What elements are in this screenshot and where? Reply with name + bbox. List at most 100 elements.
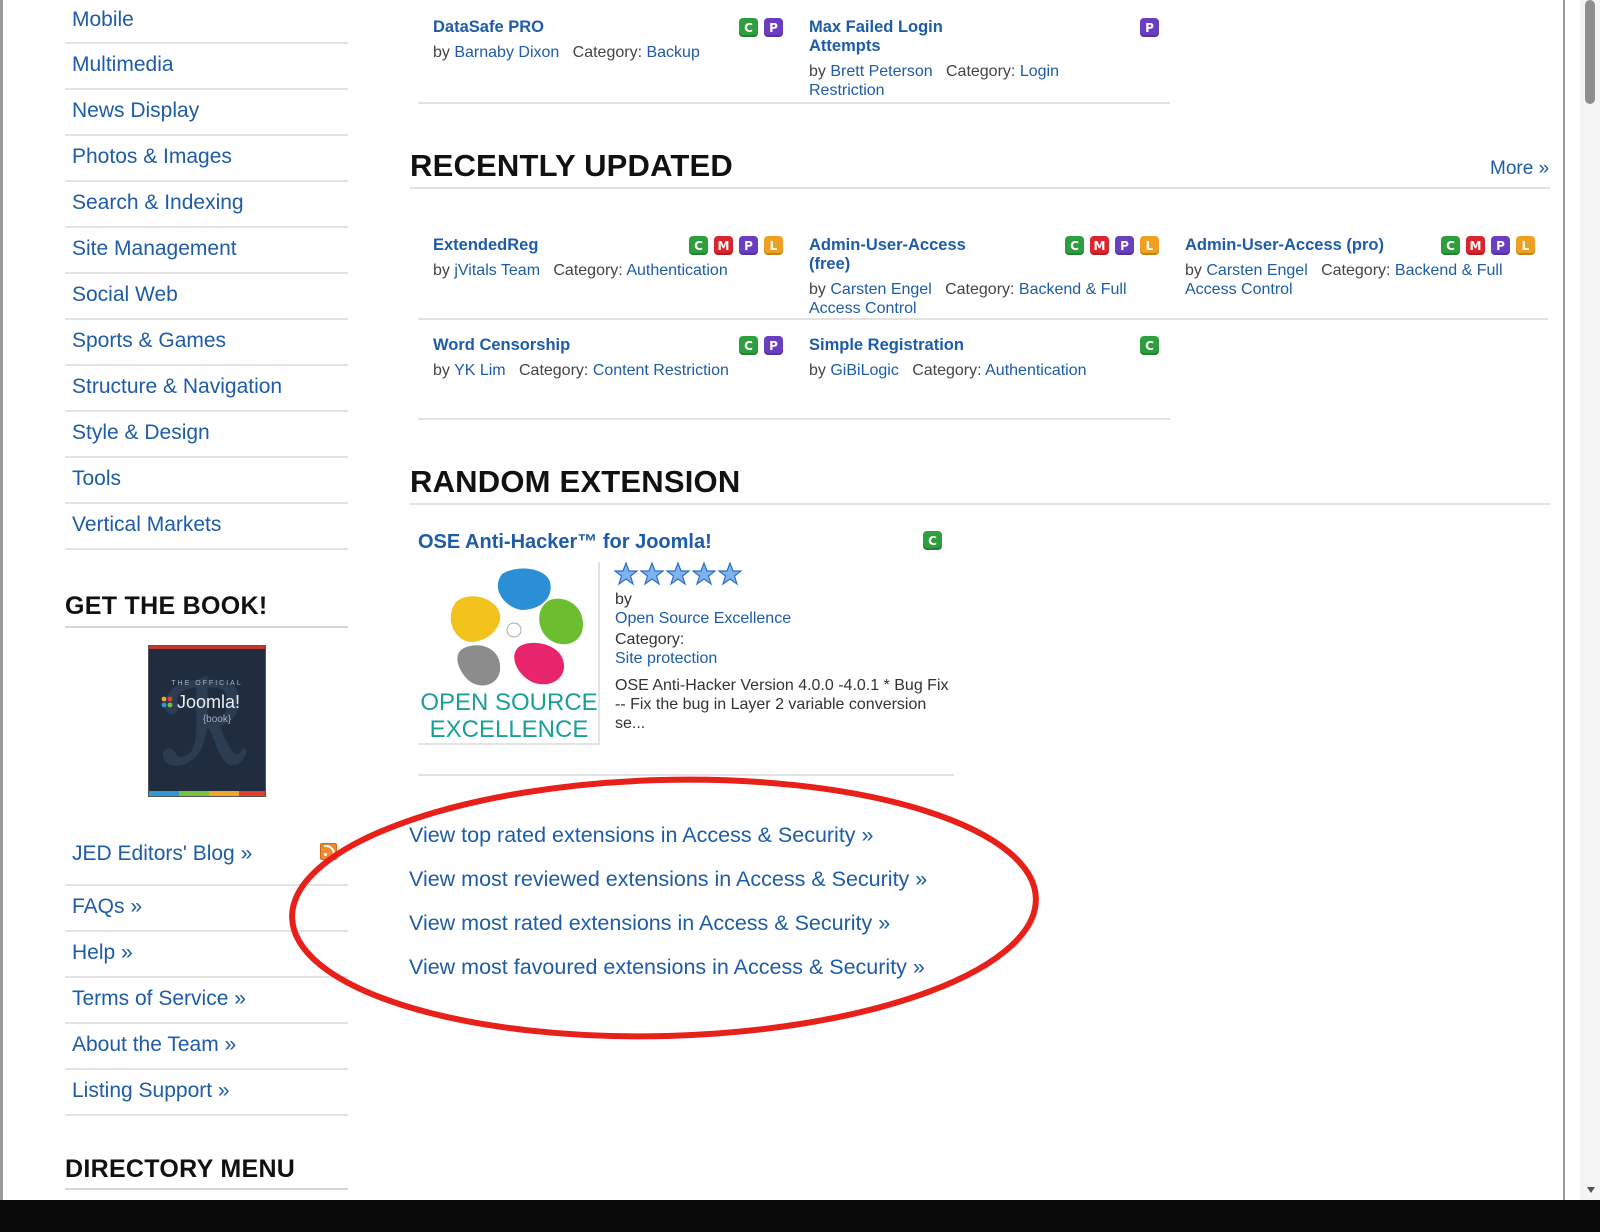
author-link[interactable]: Open Source Excellence [615, 610, 791, 627]
badge-language-icon: L [764, 236, 783, 255]
get-the-book-heading: GET THE BOOK! [65, 592, 268, 620]
extension-meta: by YK Lim Category: Content Restriction [433, 361, 763, 380]
sidebar-item-multimedia: Multimedia [65, 44, 348, 90]
sidebar-item-help: Help » [65, 932, 348, 978]
faqs-link[interactable]: FAQs » [72, 895, 142, 919]
listing-support-link[interactable]: Listing Support » [72, 1079, 230, 1103]
scrollbar-thumb[interactable] [1585, 0, 1595, 104]
category-link[interactable]: Site Management [72, 237, 237, 261]
author-link[interactable]: YK Lim [454, 362, 506, 379]
divider [410, 187, 1550, 189]
category-label: Category: [945, 63, 1016, 80]
by-label: by [809, 362, 826, 379]
category-link[interactable]: Search & Indexing [72, 191, 244, 215]
extension-meta: by Carsten Engel Category: Backend & Ful… [1185, 261, 1535, 299]
author-link[interactable]: Barnaby Dixon [454, 44, 559, 61]
category-label: Category: [1321, 262, 1391, 279]
category-link[interactable]: Vertical Markets [72, 513, 221, 537]
star-icon [640, 562, 664, 586]
divider [418, 318, 1548, 320]
star-icon [666, 562, 690, 586]
sidebar-item-listing-support: Listing Support » [65, 1070, 348, 1116]
extension-title[interactable]: Word Censorship [433, 336, 763, 355]
badge-component-icon: C [739, 18, 758, 37]
compat-badges: P [1140, 18, 1159, 37]
category-label: Category: [572, 44, 643, 61]
divider [418, 418, 1170, 420]
category-link[interactable]: Social Web [72, 283, 178, 307]
logo-text: EXCELLENCE [430, 716, 589, 743]
author-link[interactable]: Carsten Engel [1206, 262, 1307, 279]
book-subtitle: {book} [202, 714, 232, 725]
terms-link[interactable]: Terms of Service » [72, 987, 246, 1011]
by-label: by [1185, 262, 1202, 279]
compat-badges: C [1140, 336, 1159, 355]
extension-meta: by Barnaby Dixon Category: Backup [433, 43, 733, 62]
view-most-favoured-link[interactable]: View most favoured extensions in Access … [409, 955, 927, 999]
extension-item: DataSafe PRO by Barnaby Dixon Category: … [433, 18, 733, 62]
category-link[interactable]: Backup [646, 44, 699, 61]
badge-component-icon: C [689, 236, 708, 255]
compat-badges: C M P L [1441, 236, 1535, 255]
editors-blog-link[interactable]: JED Editors' Blog » [72, 842, 252, 866]
view-most-reviewed-link[interactable]: View most reviewed extensions in Access … [409, 867, 927, 911]
sidebar-item-faqs: FAQs » [65, 886, 348, 932]
sidebar-item-social-web: Social Web [65, 274, 348, 320]
help-link[interactable]: Help » [72, 941, 133, 965]
extension-logo[interactable]: OPEN SOURCE EXCELLENCE [418, 562, 600, 745]
category-link[interactable]: Mobile [72, 8, 134, 32]
category-link[interactable]: Sports & Games [72, 329, 226, 353]
author-link[interactable]: jVitals Team [454, 262, 540, 279]
badge-module-icon: M [1466, 236, 1485, 255]
category-link[interactable]: Multimedia [72, 53, 174, 77]
ose-logo-graphic: OPEN SOURCE EXCELLENCE [420, 568, 598, 743]
author-link[interactable]: Carsten Engel [830, 281, 931, 298]
author-link[interactable]: GiBiLogic [830, 362, 898, 379]
category-link[interactable]: Style & Design [72, 421, 210, 445]
compat-badges: C M P L [1065, 236, 1159, 255]
star-rating [614, 562, 742, 586]
book-stripe [149, 791, 179, 796]
random-extension-heading: RANDOM EXTENSION [410, 464, 741, 499]
badge-component-icon: C [1441, 236, 1460, 255]
category-label: Category: [553, 262, 623, 279]
joomla-book-cover[interactable]: ℛ THE OFFICIAL Joomla! {book} [148, 645, 266, 797]
category-label: Category: [615, 631, 685, 648]
book-title: Joomla! [177, 692, 241, 712]
rss-feed-icon[interactable] [320, 843, 337, 860]
sidebar-item-terms: Terms of Service » [65, 978, 348, 1024]
extension-meta: by Carsten Engel Category: Backend & Ful… [809, 280, 1159, 318]
vertical-scrollbar[interactable] [1580, 0, 1600, 1200]
category-link[interactable]: News Display [72, 99, 199, 123]
extension-item: Max Failed Login Attempts by Brett Peter… [809, 18, 1109, 100]
directory-menu-heading: DIRECTORY MENU [65, 1155, 296, 1183]
view-top-rated-link[interactable]: View top rated extensions in Access & Se… [409, 823, 927, 867]
extension-title[interactable]: Admin-User-Access (free) [809, 236, 1009, 274]
category-link[interactable]: Structure & Navigation [72, 375, 282, 399]
badge-component-icon: C [923, 531, 942, 550]
random-extension-title[interactable]: OSE Anti-Hacker™ for Joomla! [418, 531, 712, 554]
category-link[interactable]: Site protection [615, 650, 717, 667]
extension-title[interactable]: Simple Registration [809, 336, 1159, 355]
badge-language-icon: L [1140, 236, 1159, 255]
category-link[interactable]: Authentication [985, 362, 1086, 379]
view-most-rated-link[interactable]: View most rated extensions in Access & S… [409, 911, 927, 955]
sidebar-item-search-indexing: Search & Indexing [65, 182, 348, 228]
sidebar-item-style-design: Style & Design [65, 412, 348, 458]
more-link[interactable]: More » [1490, 158, 1549, 180]
extension-title[interactable]: DataSafe PRO [433, 18, 733, 37]
about-team-link[interactable]: About the Team » [72, 1033, 236, 1057]
sidebar-item-about: About the Team » [65, 1024, 348, 1070]
badge-module-icon: M [1090, 236, 1109, 255]
category-link[interactable]: Tools [72, 467, 121, 491]
extension-title[interactable]: Max Failed Login Attempts [809, 18, 989, 56]
scroll-down-arrow-icon[interactable] [1587, 1187, 1595, 1193]
category-link[interactable]: Content Restriction [593, 362, 729, 379]
author-link[interactable]: Brett Peterson [830, 63, 932, 80]
book-stripe [209, 791, 239, 796]
compat-badges: C P [739, 18, 783, 37]
sidebar-item-structure-navigation: Structure & Navigation [65, 366, 348, 412]
category-link[interactable]: Photos & Images [72, 145, 232, 169]
category-label: Category: [518, 362, 589, 379]
category-link[interactable]: Authentication [626, 262, 727, 279]
